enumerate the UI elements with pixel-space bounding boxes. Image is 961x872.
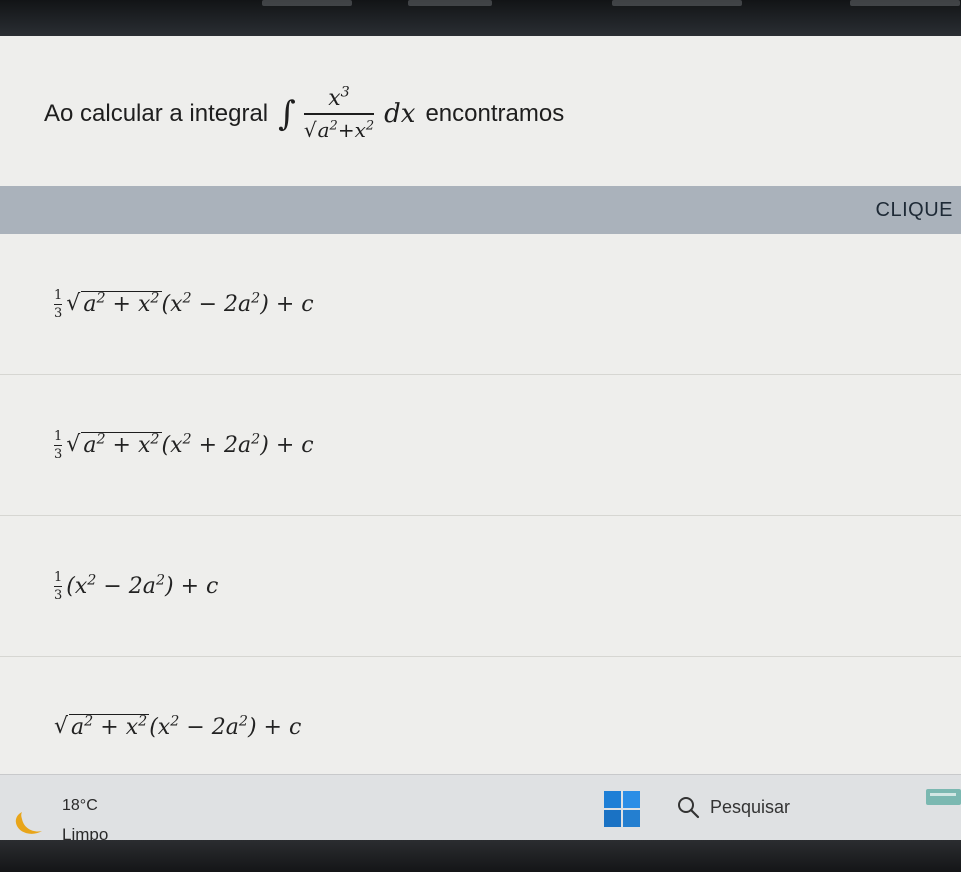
answer-option-3[interactable]: 13 (x2 − 2a2) + c [0,516,961,657]
question-prefix: Ao calcular a integral [44,100,269,127]
question-suffix: encontramos [425,100,565,127]
integral-sign: ∫ [278,94,296,134]
fraction-numerator: x3 [328,84,350,111]
browser-top-strip [0,0,961,36]
answer-option-2[interactable]: 13 √ a2 + x2 (x2 + 2a2) + c [0,375,961,516]
option-polynomial: (x2 − 2a2) + c [161,290,314,317]
search-placeholder: Pesquisar [710,796,791,817]
fraction-denominator: √a2+x2 [303,113,375,142]
moon-icon[interactable] [12,809,48,837]
tray-app-icon[interactable] [924,785,961,809]
click-banner-label: CLIQUE [875,198,953,221]
windows-start-icon[interactable] [604,791,640,827]
option-fraction: 13 [54,428,63,462]
answer-option-1[interactable]: 13 √ a2 + x2 (x2 − 2a2) + c [0,234,961,375]
option-sqrt: √ a2 + x2 [66,431,162,458]
option-sqrt: √ a2 + x2 [66,290,162,317]
taskbar-search[interactable]: Pesquisar [676,787,896,827]
option-polynomial: (x2 − 2a2) + c [149,713,302,740]
option-sqrt: √ a2 + x2 [54,713,150,740]
monitor-bezel [0,840,961,872]
click-banner[interactable]: CLIQUE [0,186,961,234]
option-fraction: 13 [54,287,63,321]
question-text: Ao calcular a integral ∫ x3 √a2+x2 dx en… [44,54,944,174]
search-icon [678,797,700,819]
question-fraction: x3 √a2+x2 [303,84,375,142]
differential: dx [384,99,416,129]
weather-temperature[interactable]: 18°C [62,797,98,815]
quiz-page: Ao calcular a integral ∫ x3 √a2+x2 dx en… [0,36,961,774]
windows-taskbar: 18°C Limpo Pesquisar [0,774,961,844]
option-polynomial: (x2 − 2a2) + c [66,572,219,599]
option-fraction: 13 [54,569,63,603]
answer-options: 13 √ a2 + x2 (x2 − 2a2) + c 13 √ a2 + x2 (… [0,234,961,797]
option-polynomial: (x2 + 2a2) + c [161,431,314,458]
